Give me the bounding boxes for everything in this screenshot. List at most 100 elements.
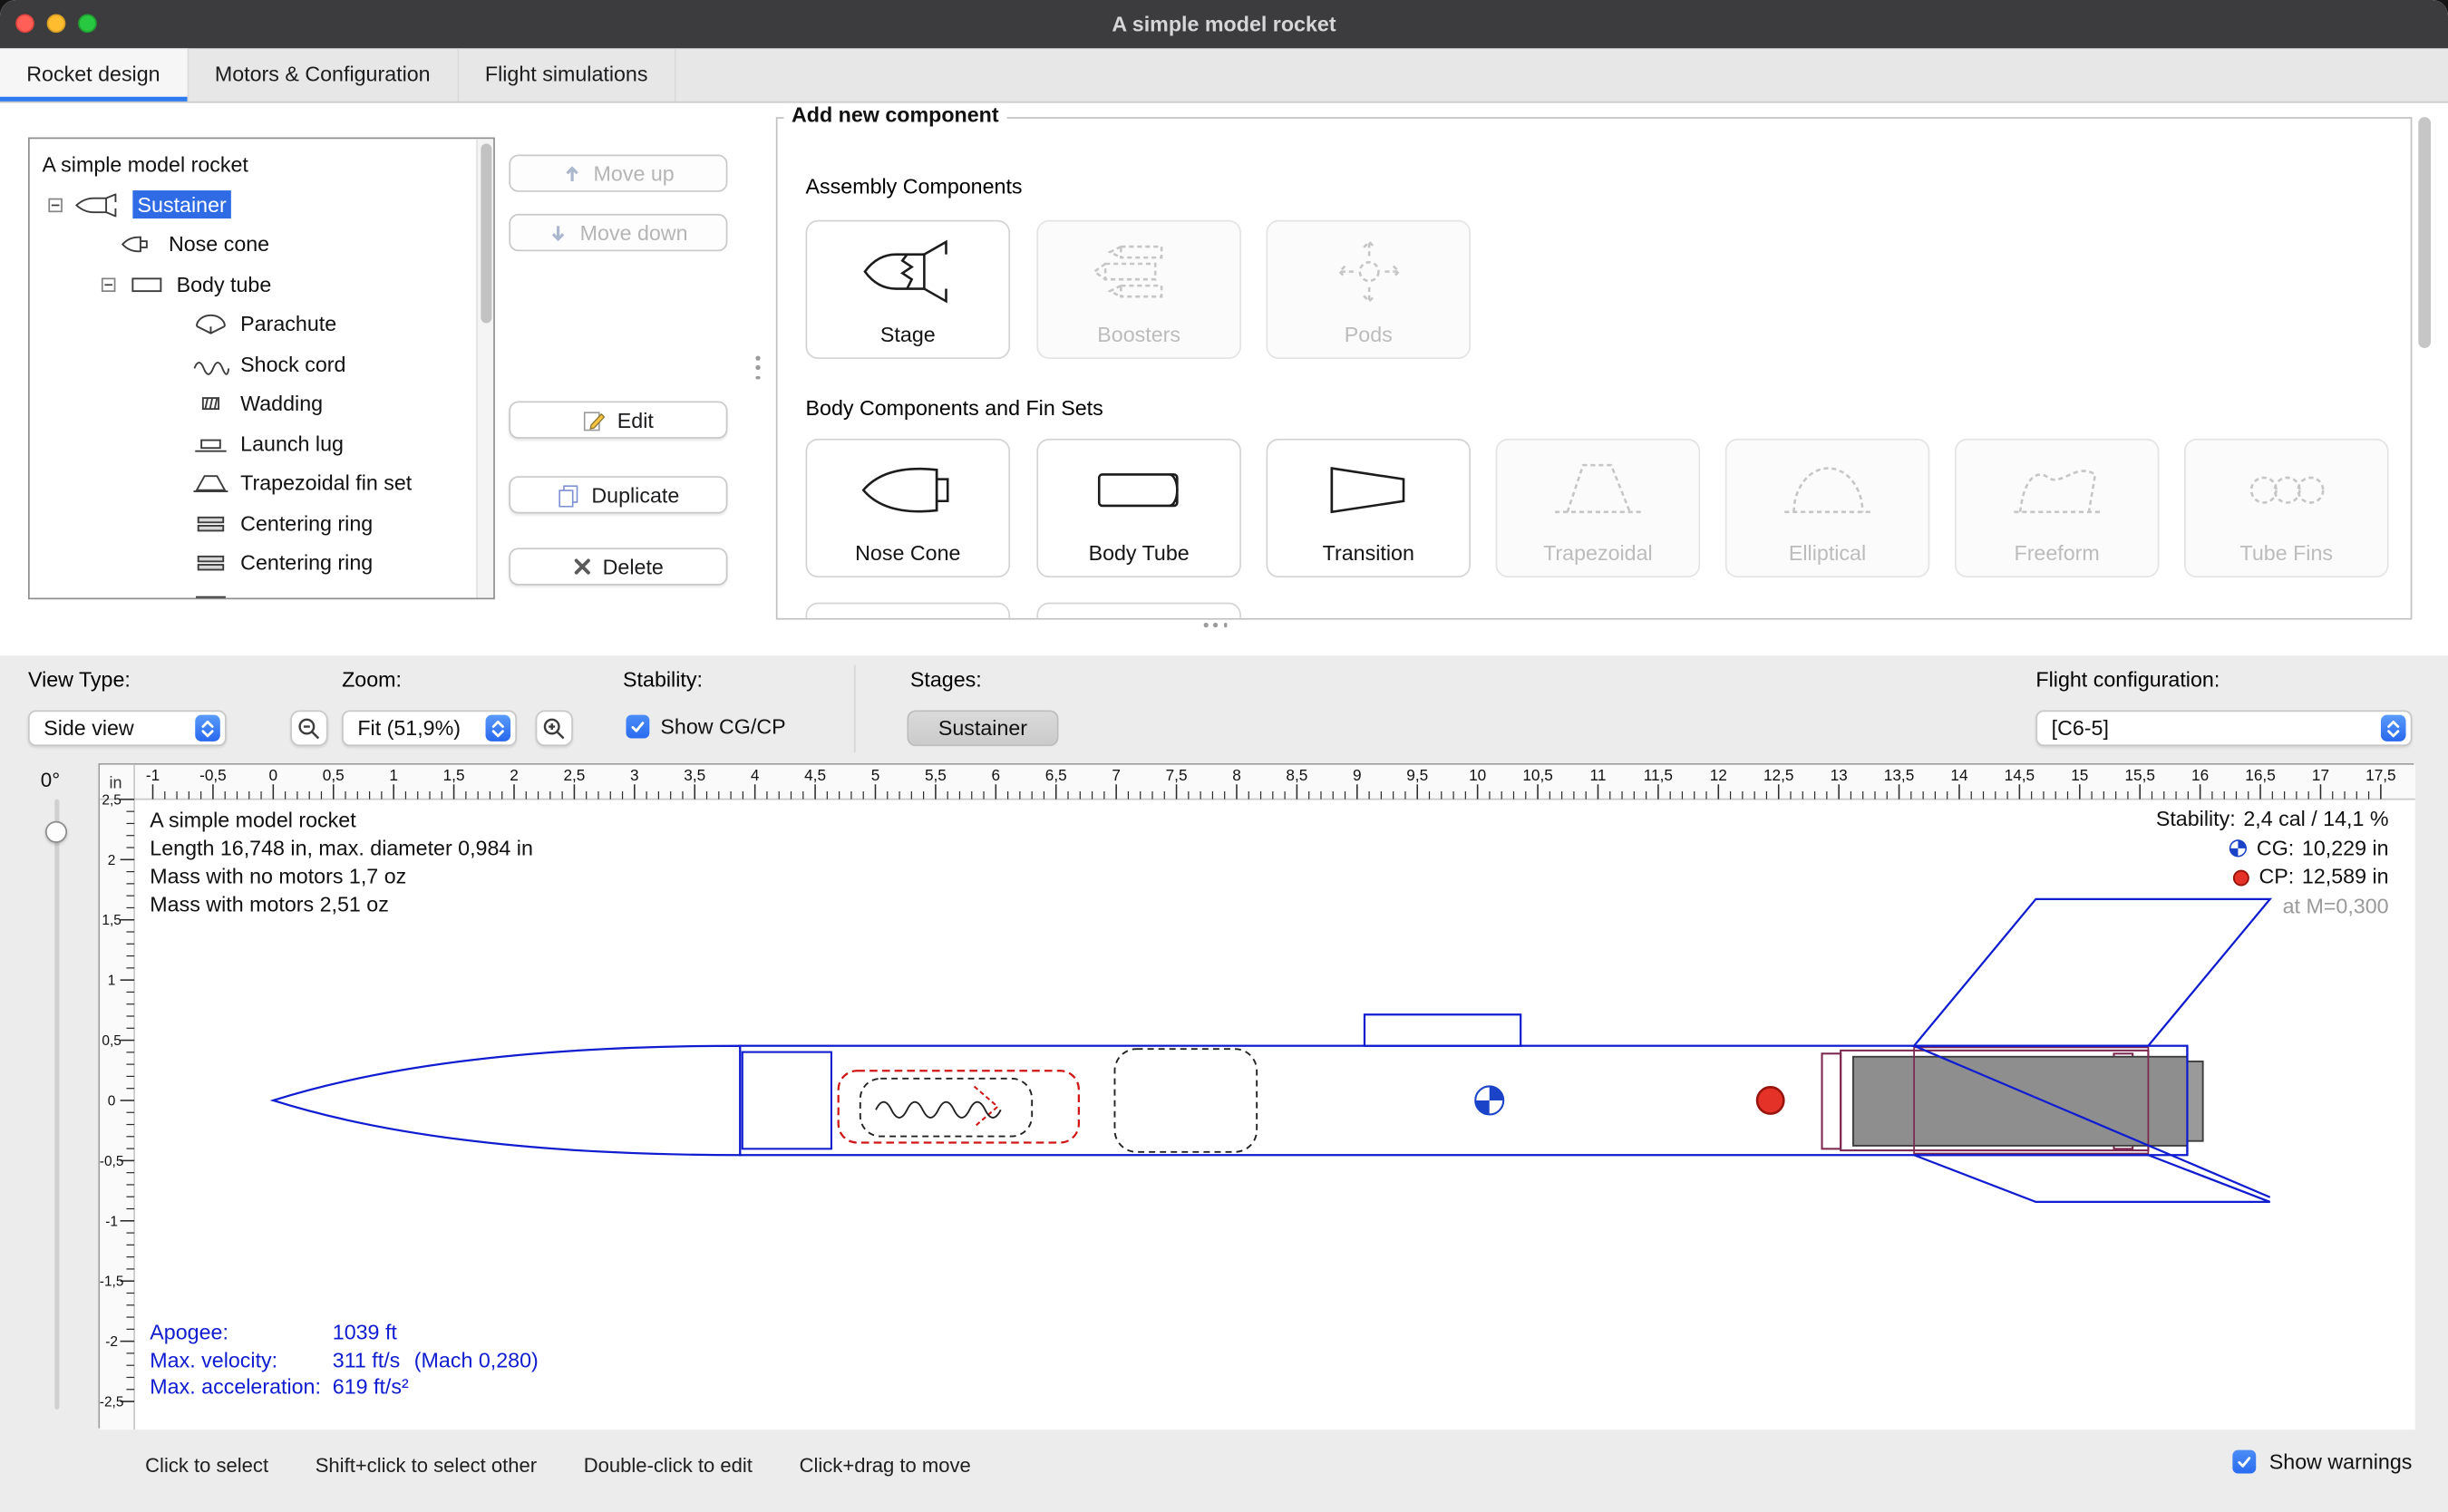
component-button-transition[interactable]: Transition bbox=[1266, 439, 1471, 577]
tree-scrollbar[interactable] bbox=[476, 139, 493, 597]
panel-scrollbar[interactable] bbox=[2418, 117, 2431, 619]
zoom-in-button[interactable] bbox=[536, 710, 573, 746]
motor-shape[interactable] bbox=[1853, 1057, 2203, 1146]
component-button-freeform: Freeform bbox=[1955, 439, 2160, 577]
svg-text:2: 2 bbox=[510, 766, 519, 784]
tree-item-trapezoidal-fin-set[interactable]: Trapezoidal fin set bbox=[30, 463, 493, 503]
component-label: Tube Fins bbox=[2186, 542, 2387, 566]
svg-text:1,5: 1,5 bbox=[102, 913, 121, 928]
rocket-info-block: A simple model rocket Length 16,748 in, … bbox=[150, 807, 533, 919]
tree-item-sustainer[interactable]: Sustainer bbox=[30, 185, 493, 225]
tab-rocket-design[interactable]: Rocket design bbox=[0, 48, 189, 102]
centering-ring-icon bbox=[192, 551, 229, 575]
body-tube-icon bbox=[128, 273, 165, 296]
select-stepper-icon bbox=[2381, 715, 2406, 741]
panel-scrollbar-thumb[interactable] bbox=[2418, 117, 2431, 348]
component-button-clipped-1[interactable] bbox=[806, 603, 1011, 620]
edit-label: Edit bbox=[617, 408, 654, 431]
hint-shift-click: Shift+click to select other bbox=[316, 1453, 537, 1477]
svg-text:10,5: 10,5 bbox=[1522, 766, 1552, 784]
component-label: Freeform bbox=[1957, 542, 2158, 566]
component-label: Transition bbox=[1268, 542, 1469, 566]
show-cgcp-checkbox-group: Show CG/CP bbox=[626, 715, 785, 739]
flight-configuration-select[interactable]: [C6-5] bbox=[2035, 710, 2412, 746]
tree-item-label: Trapezoidal fin set bbox=[240, 471, 412, 495]
show-warnings-checkbox[interactable] bbox=[2233, 1450, 2257, 1474]
ruler-unit-label: in bbox=[110, 774, 122, 792]
panel-splitter-handle[interactable] bbox=[755, 356, 760, 381]
tree-item-label: Centering ring bbox=[240, 551, 373, 575]
svg-text:9: 9 bbox=[1353, 766, 1362, 784]
component-button-tube-fins: Tube Fins bbox=[2184, 439, 2389, 577]
edit-button[interactable]: Edit bbox=[509, 402, 727, 439]
view-type-select[interactable]: Side view bbox=[28, 710, 227, 746]
tree-scrollbar-thumb[interactable] bbox=[480, 143, 491, 323]
tube-fins-icon bbox=[2186, 452, 2387, 528]
velocity-value: 311 ft/s bbox=[333, 1346, 401, 1373]
svg-text:4: 4 bbox=[751, 766, 760, 784]
svg-text:17,5: 17,5 bbox=[2365, 766, 2395, 784]
component-button-body-tube[interactable]: Body Tube bbox=[1036, 439, 1241, 577]
transition-icon bbox=[1268, 452, 1469, 528]
tree-item-root[interactable]: A simple model rocket bbox=[30, 145, 493, 185]
stage-toggle-sustainer[interactable]: Sustainer bbox=[907, 710, 1058, 746]
tree-item-parachute[interactable]: Parachute bbox=[30, 305, 493, 344]
tree-item-launch-lug[interactable]: Launch lug bbox=[30, 424, 493, 464]
edit-icon bbox=[583, 408, 607, 431]
horizontal-splitter-handle[interactable] bbox=[1204, 623, 1229, 627]
apogee-value: 1039 ft bbox=[333, 1319, 397, 1346]
rotation-slider-track[interactable] bbox=[54, 800, 59, 1410]
tree-item-shock-cord[interactable]: Shock cord bbox=[30, 344, 493, 384]
trapezoidal-fin-icon bbox=[192, 471, 229, 495]
show-warnings-group: Show warnings bbox=[2233, 1450, 2412, 1474]
zoom-out-button[interactable] bbox=[290, 710, 327, 746]
component-button-nose-cone[interactable]: Nose Cone bbox=[806, 439, 1011, 577]
tree-item-centering-ring-1[interactable]: Centering ring bbox=[30, 503, 493, 543]
openrocket-window: A simple model rocket Rocket design Moto… bbox=[0, 0, 2448, 1512]
apogee-caption: Apogee: bbox=[150, 1319, 332, 1346]
tree-item-wadding[interactable]: Wadding bbox=[30, 384, 493, 424]
svg-text:-1: -1 bbox=[146, 766, 160, 784]
zoom-label: Zoom: bbox=[342, 668, 402, 692]
launch-lug-shape[interactable] bbox=[1365, 1014, 1520, 1045]
svg-text:12: 12 bbox=[1710, 766, 1727, 784]
rocket-icon bbox=[75, 193, 122, 217]
svg-text:15,5: 15,5 bbox=[2124, 766, 2154, 784]
svg-text:-1,5: -1,5 bbox=[100, 1275, 123, 1290]
nose-cone-icon bbox=[807, 452, 1008, 528]
zoom-select[interactable]: Fit (51,9%) bbox=[342, 710, 517, 746]
duplicate-button[interactable]: Duplicate bbox=[509, 476, 727, 513]
tab-flight-simulations[interactable]: Flight simulations bbox=[459, 48, 676, 102]
show-cgcp-checkbox[interactable] bbox=[626, 715, 649, 739]
tab-motors-configuration[interactable]: Motors & Configuration bbox=[189, 48, 459, 102]
component-button-clipped-2[interactable] bbox=[1036, 603, 1241, 620]
rocket-mass-with-motors-line: Mass with motors 2,51 oz bbox=[150, 891, 533, 919]
svg-text:13: 13 bbox=[1831, 766, 1848, 784]
mach-note: at M=0,300 bbox=[2156, 892, 2389, 921]
svg-text:7,5: 7,5 bbox=[1166, 766, 1188, 784]
svg-text:8,5: 8,5 bbox=[1286, 766, 1307, 784]
rotation-slider-knob[interactable] bbox=[45, 821, 67, 843]
rocket-dimensions-line: Length 16,748 in, max. diameter 0,984 in bbox=[150, 835, 533, 863]
tree-item-body-tube[interactable]: Body tube bbox=[30, 265, 493, 305]
shock-cord-icon bbox=[192, 353, 229, 376]
add-component-panel: Assembly Components Stage Boosters Pods … bbox=[776, 117, 2413, 619]
stability-label: Stability: bbox=[623, 668, 703, 692]
tree-item-label: Sustainer bbox=[132, 191, 231, 219]
collapse-handle-icon[interactable] bbox=[102, 277, 115, 291]
svg-text:9,5: 9,5 bbox=[1406, 766, 1428, 784]
tree-item-label: Shock cord bbox=[240, 353, 345, 376]
tree-item-nose-cone[interactable]: Nose cone bbox=[30, 225, 493, 265]
tab-bar: Rocket design Motors & Configuration Fli… bbox=[0, 48, 2448, 102]
move-up-label: Move up bbox=[594, 161, 675, 185]
svg-text:11,5: 11,5 bbox=[1644, 766, 1673, 784]
svg-text:2,5: 2,5 bbox=[102, 792, 121, 808]
tree-item-centering-ring-2[interactable]: Centering ring bbox=[30, 543, 493, 583]
collapse-handle-icon[interactable] bbox=[48, 198, 62, 211]
nose-cone-icon bbox=[121, 233, 158, 257]
delete-button[interactable]: Delete bbox=[509, 548, 727, 585]
svg-text:14,5: 14,5 bbox=[2005, 766, 2035, 784]
svg-text:17: 17 bbox=[2312, 766, 2329, 784]
tree-item-clipped[interactable] bbox=[30, 583, 493, 599]
component-button-stage[interactable]: Stage bbox=[806, 220, 1011, 359]
